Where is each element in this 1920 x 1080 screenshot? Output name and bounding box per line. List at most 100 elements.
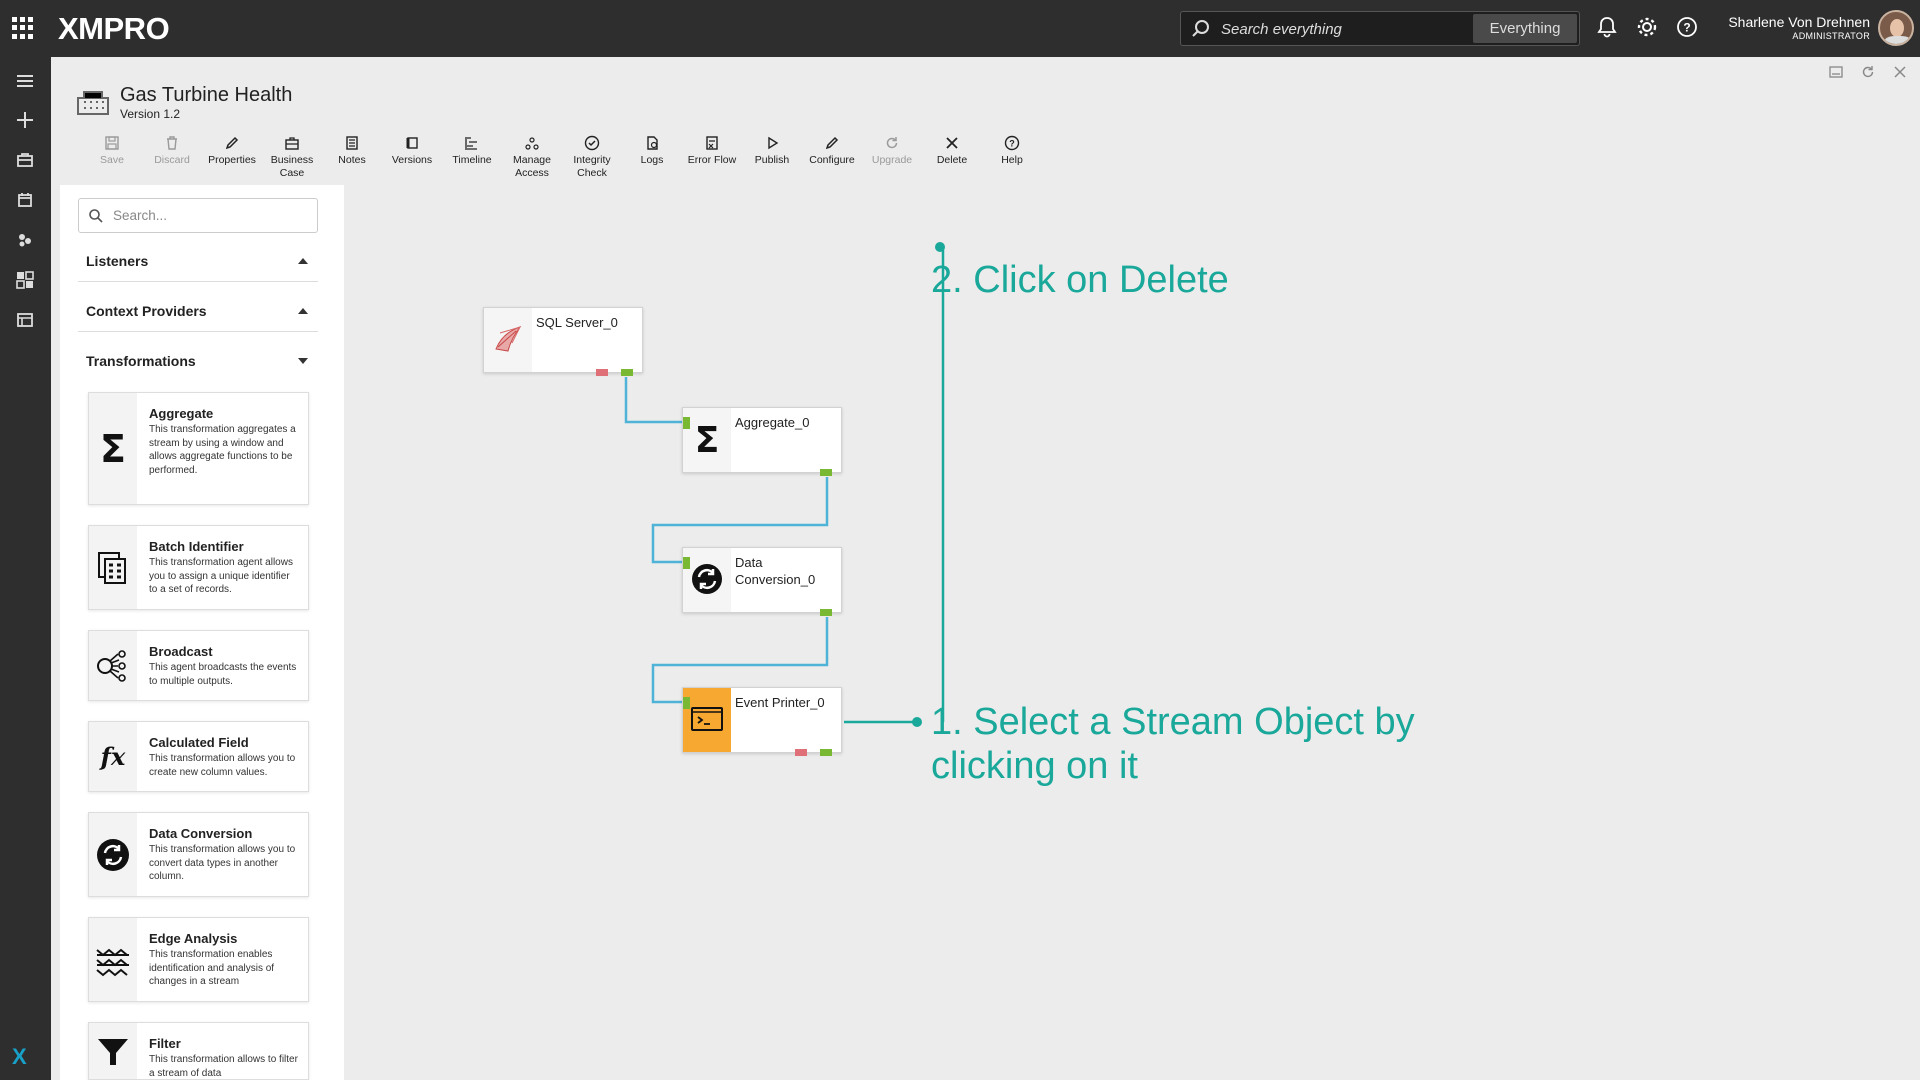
toolbox-card-edge-analysis[interactable]: Edge Analysis This transformation enable… [88,917,309,1002]
input-pin[interactable] [683,557,690,569]
convert-icon [97,838,129,871]
bell-icon[interactable] [1597,16,1617,38]
agents-nav-icon[interactable] [13,228,37,252]
fx-icon: fx [99,742,126,771]
sql-server-icon [495,326,522,352]
check-circle-icon [584,135,600,151]
node-aggregate[interactable]: Σ Aggregate_0 [682,407,842,476]
versions-button[interactable]: Versions [382,135,442,167]
output-pin[interactable] [820,609,832,616]
toolbox-search-input[interactable]: Search... [78,198,318,233]
manage-access-button[interactable]: Manage Access [502,135,562,180]
version-label: Version 1.2 [120,107,181,121]
error-flow-icon [706,136,718,150]
annotation-click-delete: 2. Click on Delete [931,259,1229,301]
toolbox-card-broadcast[interactable]: Broadcast This agent broadcasts the even… [88,630,309,701]
plus-icon[interactable] [13,108,37,132]
section-transformations[interactable]: Transformations [78,340,318,382]
output-pin[interactable] [621,369,633,376]
integrity-check-button[interactable]: Integrity Check [562,135,622,180]
xmpro-x-logo[interactable]: X [12,1044,27,1070]
broadcast-icon [97,649,126,682]
svg-text:fx: fx [99,742,126,771]
error-output-pin[interactable] [795,749,807,756]
versions-icon [406,137,418,149]
upgrade-button[interactable]: Upgrade [862,135,922,167]
logs-button[interactable]: Logs [622,135,682,167]
data-stream-icon [77,91,109,115]
close-window-icon[interactable] [1892,64,1908,80]
toolbox-card-batch-identifier[interactable]: Batch Identifier This transformation age… [88,525,309,610]
dashboard-nav-icon[interactable] [13,268,37,292]
user-info[interactable]: Sharlene Von Drehnen ADMINISTRATOR [1728,14,1870,41]
help-button[interactable]: ? Help [982,135,1042,167]
refresh-icon [886,137,898,149]
node-sql-server[interactable]: SQL Server_0 [483,307,643,376]
app-logo[interactable]: XMPRO [58,11,170,47]
timeline-icon [465,137,477,150]
help-icon: ? [1004,135,1020,151]
svg-text:Σ: Σ [695,421,720,457]
configure-button[interactable]: Configure [802,135,862,167]
error-output-pin[interactable] [596,369,608,376]
apps-grid-icon[interactable] [12,17,34,39]
svg-text:Σ: Σ [100,431,126,467]
left-nav-rail: X [0,57,51,1080]
output-pin[interactable] [820,749,832,756]
trash-icon [167,136,177,150]
toolbox-card-aggregate[interactable]: Σ Aggregate This transformation aggregat… [88,392,309,505]
business-case-button[interactable]: Business Case [262,135,322,180]
pencil-icon [225,136,239,150]
help-circle-icon[interactable]: ? [1676,16,1698,38]
caret-down-icon [298,358,308,364]
refresh-window-icon[interactable] [1860,64,1876,80]
section-context-providers[interactable]: Context Providers [78,290,318,332]
discard-button[interactable]: Discard [142,135,202,167]
toolbox-card-filter[interactable]: Filter This transformation allows to fil… [88,1022,309,1080]
filter-icon [98,1039,128,1065]
search-icon [1192,20,1209,37]
avatar[interactable] [1878,10,1914,46]
gear-icon[interactable] [1636,16,1658,38]
toolbox-card-calculated-field[interactable]: fx Calculated Field This transformation … [88,721,309,792]
hamburger-menu-icon[interactable] [13,69,37,93]
briefcase-nav-icon[interactable] [13,148,37,172]
global-search[interactable]: Search everything Everything [1180,11,1580,46]
input-pin[interactable] [683,697,690,709]
error-flow-button[interactable]: Error Flow [682,135,742,167]
save-button[interactable]: Save [82,135,142,167]
stream-canvas[interactable]: SQL Server_0 Σ Aggregate_0 Data Conversi… [344,185,1920,1080]
edge-icon [96,948,129,976]
agent-toolbox-sidebar: Search... Listeners Context Providers Tr… [60,185,344,1080]
notes-button[interactable]: Notes [322,135,382,167]
caret-up-icon [298,308,308,314]
apps-nav-icon[interactable] [13,308,37,332]
search-input[interactable]: Search everything [1221,21,1342,38]
caret-up-icon [298,258,308,264]
calendar-nav-icon[interactable] [13,188,37,212]
delete-button[interactable]: Delete [922,135,982,167]
node-data-conversion[interactable]: Data Conversion_0 [682,547,842,616]
play-icon [768,136,779,150]
properties-button[interactable]: Properties [202,135,262,167]
logs-icon [647,136,658,150]
output-pin[interactable] [820,469,832,476]
minimize-icon[interactable] [1828,64,1844,80]
search-scope-dropdown[interactable]: Everything [1473,14,1577,43]
briefcase-icon [285,137,299,150]
svg-text:?: ? [1683,21,1690,35]
publish-button[interactable]: Publish [742,135,802,167]
timeline-button[interactable]: Timeline [442,135,502,167]
section-listeners[interactable]: Listeners [78,240,318,282]
input-pin[interactable] [683,417,690,429]
window-controls [1828,64,1908,80]
convert-icon [692,564,722,594]
pencil-icon [825,136,839,150]
node-event-printer[interactable]: Event Printer_0 [682,687,842,756]
link-sql-to-aggregate[interactable] [624,377,682,424]
annotation-select-stream-object: 1. Select a Stream Object by clicking on… [931,701,1415,787]
toolbox-card-data-conversion[interactable]: Data Conversion This transformation allo… [88,812,309,897]
batch-icon [98,551,126,584]
page-title: Gas Turbine Health [120,84,293,106]
sigma-icon: Σ [695,421,720,457]
